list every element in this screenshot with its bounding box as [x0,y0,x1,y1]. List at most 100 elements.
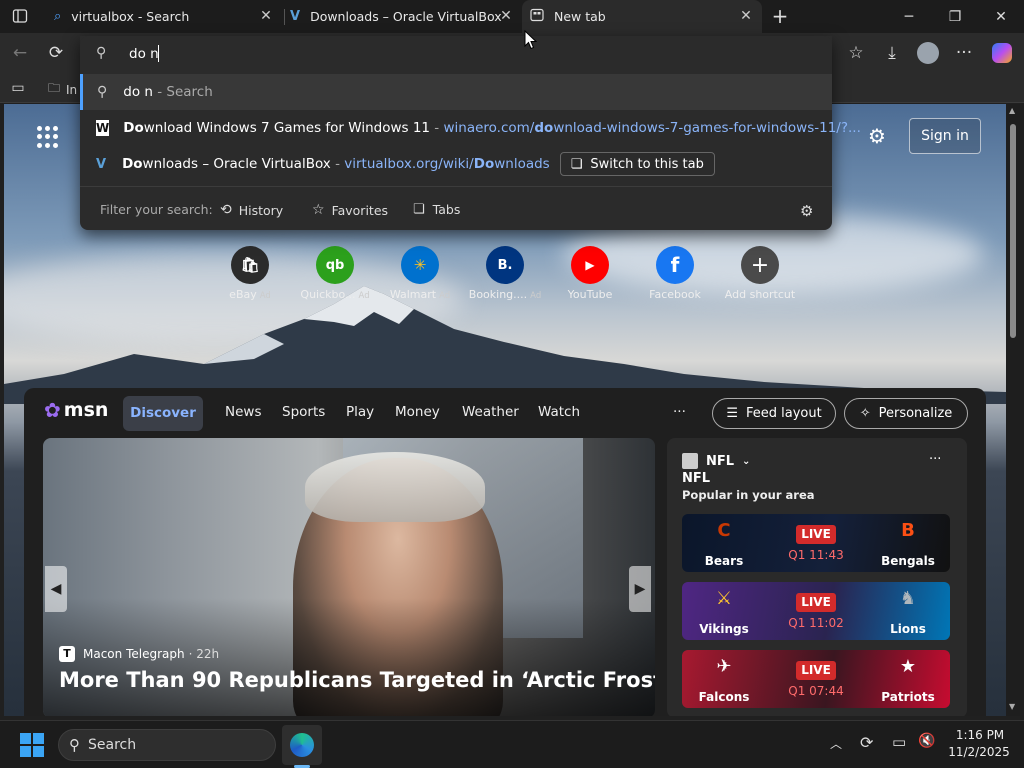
filter-tabs-button[interactable]: ❏ Tabs [413,202,460,217]
shortcut-walmart[interactable]: ✳ Walmart Ad [378,246,462,301]
nav-news[interactable]: News [225,404,261,420]
shortcut-youtube[interactable]: ▶ YouTube [548,246,632,301]
tab-title: Downloads – Oracle VirtualBox [310,9,502,24]
show-hidden-icons-icon[interactable]: ︿ [830,735,842,752]
shortcut-label: Booking.... [468,288,528,301]
quickbooks-icon: qb [316,246,354,284]
settings-more-icon[interactable]: ··· [948,37,980,69]
nav-play[interactable]: Play [346,404,374,420]
hero-prev-arrow-icon[interactable]: ◀ [45,566,67,612]
close-tab-icon[interactable]: ✕ [498,8,514,24]
nav-weather[interactable]: Weather [462,404,519,420]
tab-new-tab[interactable]: New tab ✕ [522,0,762,33]
windows-start-icon[interactable] [20,733,44,757]
hero-story-card[interactable]: ◀ ▶ T Macon Telegraph · 22h More Than 90… [43,438,655,716]
shortcut-booking[interactable]: B. Booking.... Ad [463,246,547,301]
bengals-logo-icon: B [901,520,915,541]
booking-icon: B. [486,246,524,284]
copilot-icon[interactable] [986,37,1018,69]
minimize-icon[interactable]: ─ [886,0,932,33]
taskbar-search-box[interactable]: ⚲ Search [58,729,276,761]
tab-icon: ❏ [570,156,583,172]
filter-history-button[interactable]: ⟲ History [220,202,283,218]
add-shortcut-plus-icon: + [741,246,779,284]
suggestion-search[interactable]: ⚲ do n - Search [80,74,832,110]
apps-launcher-icon[interactable] [37,126,59,148]
live-badge: LIVE [796,525,836,544]
hero-next-arrow-icon[interactable]: ▶ [629,566,651,612]
nav-discover[interactable]: Discover [123,396,203,431]
suggestion-settings-gear-icon[interactable]: ⚙ [800,202,813,220]
nfl-more-icon[interactable]: ··· [929,452,941,467]
bears-logo-icon: C [717,520,731,541]
game-falcons-patriots[interactable]: ✈ Falcons LIVE Q1 07:44 ★ Patriots [682,650,950,708]
back-icon[interactable]: ← [4,37,36,69]
game-vikings-lions[interactable]: ⚔ Vikings LIVE Q1 11:02 ♞ Lions [682,582,950,640]
close-tab-icon[interactable]: ✕ [738,8,754,24]
refresh-icon[interactable]: ⟳ [40,37,72,69]
away-team-name: Patriots [881,690,935,704]
clock-time[interactable]: 1:16 PM [950,728,1010,742]
macon-telegraph-logo-icon: T [59,646,75,662]
filter-favorites-button[interactable]: ☆ Favorites [312,202,388,218]
close-tab-icon[interactable]: ✕ [258,8,274,24]
suggestion-virtualbox-downloads[interactable]: V Downloads – Oracle VirtualBox - virtua… [80,146,832,182]
search-icon: ⚲ [69,736,80,754]
new-tab-plus-icon[interactable]: + [764,0,796,32]
chevron-down-icon: ⌄ [742,455,751,467]
tab-virtualbox-downloads[interactable]: V Downloads – Oracle VirtualBox ✕ [286,0,522,33]
downloads-icon[interactable]: ⤓ [876,37,908,69]
shortcut-quickbooks[interactable]: qb Quickbo... Ad [293,246,377,301]
virtualbox-favicon-icon: V [96,156,107,172]
sign-in-button[interactable]: Sign in [909,118,981,154]
favorites-star-icon[interactable]: ☆ [840,37,872,69]
game-bears-bengals[interactable]: C Bears LIVE Q1 11:43 B Bengals [682,514,950,572]
nav-money[interactable]: Money [395,404,440,420]
nav-watch[interactable]: Watch [538,404,580,420]
game-clock: Q1 11:43 [788,548,844,562]
feed-layout-button[interactable]: ☰ Feed layout [712,398,836,429]
volume-muted-icon[interactable]: 🔇 [918,733,935,749]
close-window-icon[interactable]: ✕ [978,0,1024,33]
nav-more-icon[interactable]: ··· [673,404,686,420]
scroll-thumb[interactable] [1010,124,1016,338]
tab-virtualbox-search[interactable]: ⌕ virtualbox - Search ✕ [44,0,282,33]
network-icon[interactable]: ▭ [892,733,906,751]
msn-butterfly-icon: ✿ [44,398,61,422]
hero-source: T Macon Telegraph · 22h [59,646,219,662]
suggestion-winaero[interactable]: W Download Windows 7 Games for Windows 1… [80,110,861,146]
msn-logo[interactable]: ✿ msn [44,398,108,422]
star-sparkle-icon: ✧ [859,406,871,421]
game-clock: Q1 07:44 [788,684,844,698]
text-cursor [158,45,159,62]
falcons-logo-icon: ✈ [716,656,732,677]
nfl-header[interactable]: NFL ⌄ [682,453,750,469]
page-settings-gear-icon[interactable]: ⚙ [868,124,886,148]
nav-sports[interactable]: Sports [282,404,325,420]
sync-icon[interactable]: ⟳ [860,733,873,752]
shortcut-facebook[interactable]: f Facebook [633,246,717,301]
personalize-button[interactable]: ✧ Personalize [844,398,968,429]
profile-avatar-icon[interactable] [912,37,944,69]
hero-hair [305,452,485,522]
edge-taskbar-icon[interactable] [282,725,322,765]
scroll-down-arrow-icon[interactable]: ▼ [1009,702,1015,711]
scroll-up-arrow-icon[interactable]: ▲ [1009,106,1015,115]
hero-headline[interactable]: More Than 90 Republicans Targeted in ‘Ar… [59,668,655,692]
switch-to-tab-button[interactable]: ❏ Switch to this tab [559,152,715,176]
clock-date[interactable]: 11/2/2025 [946,745,1012,759]
shortcut-label: Walmart [389,288,437,301]
favorites-bar-item[interactable]: 🗀 In [48,79,77,100]
lions-logo-icon: ♞ [899,588,917,609]
collections-icon[interactable]: ▭ [2,72,34,104]
shortcut-add[interactable]: + Add shortcut [718,246,802,301]
restore-icon[interactable]: ❐ [932,0,978,33]
address-input[interactable]: do n [129,46,159,62]
page-scrollbar[interactable]: ▲ ▼ [1006,104,1020,716]
nfl-title: NFL [682,471,711,486]
ad-badge: Ad [530,291,542,301]
address-bar[interactable]: ⚲ do n [80,36,832,72]
tab-actions-icon[interactable] [4,0,36,32]
filter-label: Filter your search: [100,202,213,217]
shortcut-ebay[interactable]: 🛍 eBay Ad [208,246,292,301]
